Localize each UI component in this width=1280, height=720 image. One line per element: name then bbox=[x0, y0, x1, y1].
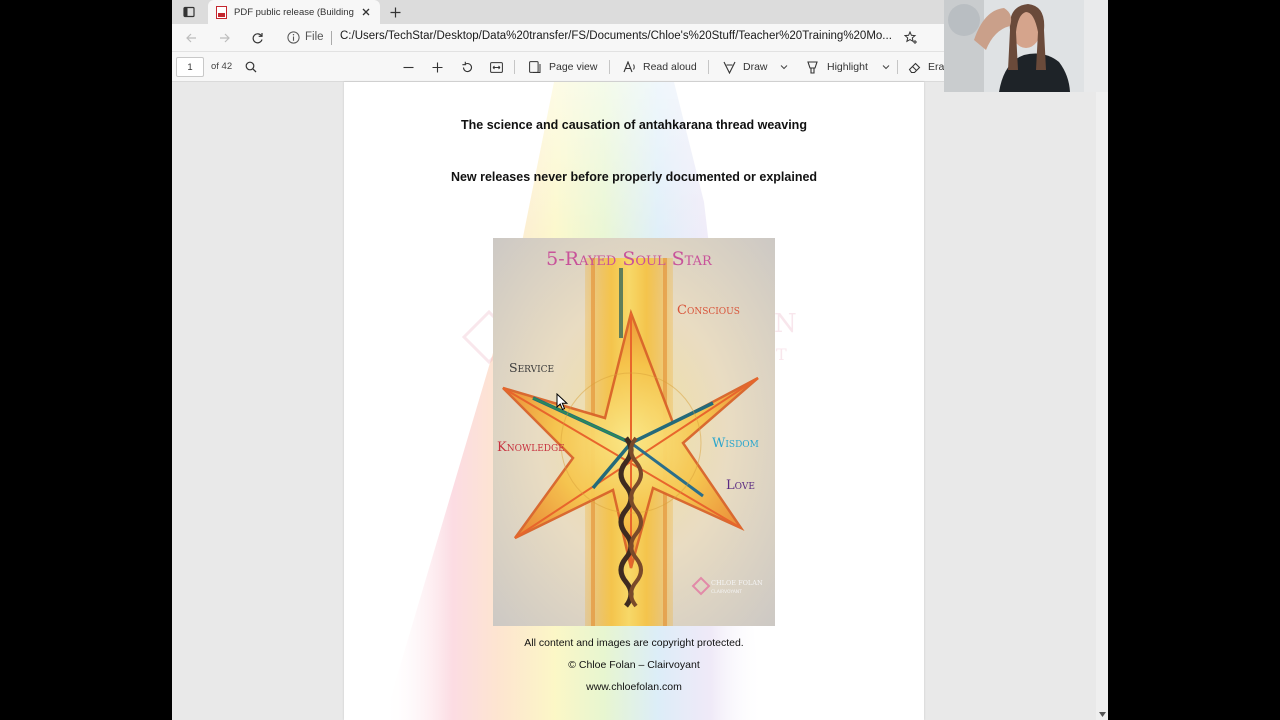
address-url-input[interactable]: C:/Users/TechStar/Desktop/Data%20transfe… bbox=[340, 30, 896, 42]
refresh-icon bbox=[252, 32, 263, 43]
page-view-icon bbox=[528, 61, 540, 73]
tab-pdf[interactable]: PDF public release (Building the bbox=[208, 0, 380, 24]
page-view-button[interactable]: Page view bbox=[549, 61, 597, 73]
forward-button[interactable] bbox=[216, 29, 234, 47]
back-button[interactable] bbox=[182, 29, 200, 47]
chevron-down-icon bbox=[780, 65, 788, 70]
page-number-input[interactable]: 1 bbox=[176, 57, 204, 77]
copyright-notice: All content and images are copyright pro… bbox=[524, 637, 744, 649]
plus-icon bbox=[390, 7, 400, 17]
pdf-viewer[interactable]: N T The science and causation of antahka… bbox=[172, 82, 1108, 720]
draw-icon-wrap[interactable] bbox=[720, 58, 738, 76]
zoom-out-button[interactable] bbox=[399, 58, 417, 76]
refresh-button[interactable] bbox=[248, 29, 266, 47]
find-button[interactable] bbox=[242, 58, 260, 76]
erase-button[interactable]: Era bbox=[928, 61, 944, 73]
draw-options-button[interactable] bbox=[775, 58, 793, 76]
artwork-title: 5-Rayed Soul Star bbox=[546, 248, 713, 270]
svg-text:N: N bbox=[774, 309, 797, 339]
close-icon bbox=[362, 8, 370, 16]
add-favorite-button[interactable] bbox=[902, 29, 920, 47]
search-icon bbox=[245, 61, 257, 73]
label-love: Love bbox=[726, 478, 755, 493]
vertical-scrollbar[interactable] bbox=[1096, 82, 1108, 720]
svg-text:T: T bbox=[776, 345, 787, 364]
read-aloud-button[interactable]: Read aloud bbox=[643, 61, 697, 73]
soul-star-image: 5-Rayed Soul Star Conscious Service Know… bbox=[493, 238, 775, 626]
label-knowledge: Knowledge bbox=[497, 440, 565, 455]
highlight-icon-wrap[interactable] bbox=[803, 58, 821, 76]
read-aloud-icon-wrap[interactable] bbox=[620, 58, 638, 76]
label-service: Service bbox=[509, 360, 554, 375]
eraser-icon bbox=[908, 62, 920, 73]
rotate-button[interactable] bbox=[458, 58, 476, 76]
page-view-icon-wrap[interactable] bbox=[526, 58, 544, 76]
svg-text:CLAIRVOYANT: CLAIRVOYANT bbox=[711, 589, 742, 595]
pdf-file-icon bbox=[216, 5, 227, 19]
scroll-down-button[interactable] bbox=[1098, 710, 1106, 718]
minus-icon bbox=[403, 66, 413, 68]
toolbar-separator bbox=[609, 60, 610, 74]
draw-pen-icon bbox=[723, 61, 735, 74]
erase-icon-wrap[interactable] bbox=[905, 58, 923, 76]
author-credit: © Chloe Folan – Clairvoyant bbox=[568, 659, 700, 671]
zoom-in-button[interactable] bbox=[428, 58, 446, 76]
forward-arrow-icon bbox=[220, 33, 230, 43]
tab-actions-icon bbox=[183, 6, 195, 18]
tab-actions-button[interactable] bbox=[178, 3, 200, 21]
address-separator bbox=[331, 31, 332, 45]
address-scheme-label: File bbox=[305, 31, 324, 43]
read-aloud-icon bbox=[622, 61, 635, 73]
fit-to-page-button[interactable] bbox=[487, 58, 505, 76]
soul-star-artwork: 5-Rayed Soul Star Conscious Service Know… bbox=[493, 238, 775, 626]
document-heading: The science and causation of antahkarana… bbox=[461, 118, 807, 132]
website-link[interactable]: www.chloefolan.com bbox=[344, 681, 924, 693]
svg-text:CHLOE FOLAN: CHLOE FOLAN bbox=[711, 579, 763, 587]
document-subheading: New releases never before properly docum… bbox=[450, 170, 818, 184]
new-tab-button[interactable] bbox=[386, 3, 404, 21]
toolbar-separator bbox=[514, 60, 515, 74]
chevron-down-icon bbox=[882, 65, 890, 70]
browser-window: PDF public release (Building the File C:… bbox=[172, 0, 1108, 720]
back-arrow-icon bbox=[186, 33, 196, 43]
webcam-overlay bbox=[944, 0, 1108, 92]
label-conscious: Conscious bbox=[677, 303, 740, 318]
draw-button[interactable]: Draw bbox=[743, 61, 768, 73]
info-icon[interactable] bbox=[287, 31, 300, 44]
close-tab-button[interactable] bbox=[360, 6, 372, 18]
toolbar-separator bbox=[708, 60, 709, 74]
triangle-down-icon bbox=[1098, 711, 1106, 717]
rotate-icon bbox=[461, 61, 472, 72]
label-wisdom: Wisdom bbox=[712, 436, 759, 451]
tab-title: PDF public release (Building the bbox=[234, 6, 356, 18]
highlight-button[interactable]: Highlight bbox=[827, 61, 868, 73]
presenter-video-icon bbox=[944, 0, 1108, 92]
star-plus-icon bbox=[904, 31, 917, 44]
pdf-page: N T The science and causation of antahka… bbox=[344, 82, 924, 720]
highlighter-icon bbox=[806, 60, 818, 74]
toolbar-separator bbox=[897, 60, 898, 74]
page-total-label: of 42 bbox=[211, 61, 233, 72]
plus-icon bbox=[432, 62, 442, 72]
fit-page-icon bbox=[489, 61, 503, 73]
highlight-options-button[interactable] bbox=[877, 58, 895, 76]
mouse-cursor-icon bbox=[556, 393, 568, 411]
